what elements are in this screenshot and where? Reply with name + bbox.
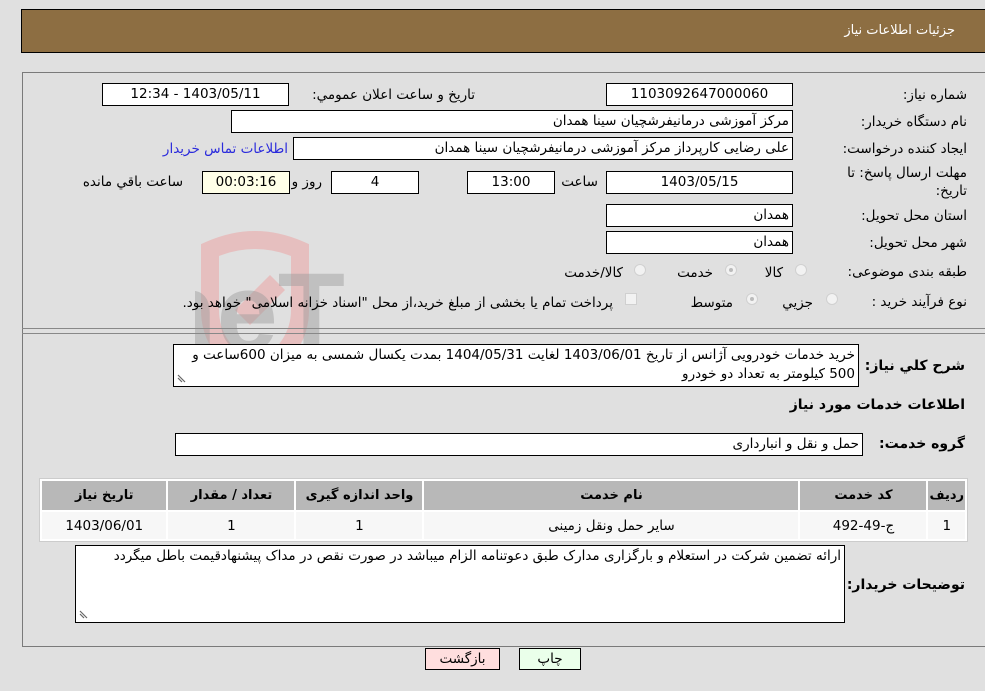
deadline-label-date: تاریخ: [935, 183, 967, 199]
col-header-row-number: ردیف [928, 481, 965, 510]
announce-datetime-field: 1403/05/11 - 12:34 [102, 83, 289, 106]
col-header-service-name: نام خدمت [424, 481, 799, 510]
process-label: نوع فرآیند خرید : [871, 294, 967, 310]
buyer-org-field: مرکز آموزشی درمانیفرشچیان سینا همدان [231, 110, 793, 133]
resize-grip-icon[interactable] [78, 610, 88, 620]
remaining-label: ساعت باقي مانده [82, 174, 183, 190]
col-header-service-code: کد خدمت [800, 481, 927, 510]
category-option-goods-service: کالا/خدمت [564, 265, 623, 281]
description-textarea[interactable]: خرید خدمات خودرویی آژانس از تاریخ 1403/0… [173, 344, 859, 387]
divider [22, 333, 985, 334]
category-radio-goods-service[interactable] [634, 264, 646, 276]
buyer-notes-textarea[interactable]: ارائه تضمین شرکت در استعلام و بارگزاری م… [75, 545, 845, 623]
table-header-row: ردیف کد خدمت نام خدمت واحد اندازه گیری ت… [42, 481, 965, 510]
days-label: روز و [291, 174, 322, 190]
col-header-need-date: تاریخ نیاز [42, 481, 167, 510]
buyer-notes-label: توضیحات خریدار: [846, 577, 965, 593]
days-field: 4 [331, 171, 419, 194]
process-option-minor: جزيي [782, 295, 813, 311]
category-radio-goods[interactable] [795, 264, 807, 276]
category-option-goods: کالا [764, 265, 783, 281]
cell-quantity: 1 [168, 512, 295, 539]
deadline-date-field: 1403/05/15 [606, 171, 793, 194]
services-section-title: اطلاعات خدمات مورد نیاز [789, 397, 965, 413]
category-label: طبقه بندی موضوعی: [847, 264, 967, 280]
resize-grip-icon[interactable] [176, 374, 186, 384]
remaining-time-field: 00:03:16 [202, 171, 290, 194]
process-option-medium: متوسط [690, 295, 733, 311]
province-field: همدان [606, 204, 793, 227]
city-field: همدان [606, 231, 793, 254]
announce-label: تاریخ و ساعت اعلان عمومي: [312, 87, 475, 103]
description-text: خرید خدمات خودرویی آژانس از تاریخ 1403/0… [192, 347, 855, 382]
deadline-label: مهلت ارسال پاسخ: تا [847, 165, 967, 181]
creator-label: ایجاد کننده درخواست: [842, 141, 967, 157]
cell-row-number: 1 [928, 512, 965, 539]
need-number-label: شماره نیاز: [902, 87, 967, 103]
process-radio-medium[interactable] [746, 293, 758, 305]
buyer-notes-text: ارائه تضمین شرکت در استعلام و بارگزاری م… [113, 548, 841, 564]
col-header-unit: واحد اندازه گیری [296, 481, 423, 510]
divider [22, 328, 985, 329]
time-label: ساعت [561, 174, 598, 190]
treasury-checkbox[interactable] [625, 293, 637, 305]
cell-need-date: 1403/06/01 [42, 512, 167, 539]
services-table: ردیف کد خدمت نام خدمت واحد اندازه گیری ت… [39, 478, 968, 542]
page-title: جزئیات اطلاعات نیاز [844, 23, 955, 38]
category-radio-service[interactable] [725, 264, 737, 276]
cell-service-name: سایر حمل ونقل زمینی [424, 512, 799, 539]
print-button[interactable]: چاپ [519, 648, 581, 670]
col-header-quantity: تعداد / مقدار [168, 481, 295, 510]
service-group-field: حمل و نقل و انبارداری [175, 433, 863, 456]
page-header: جزئیات اطلاعات نیاز [21, 9, 985, 53]
description-label: شرح کلي نياز: [864, 358, 965, 374]
category-option-service: خدمت [677, 265, 713, 281]
deadline-time-field: 13:00 [467, 171, 555, 194]
treasury-note: پرداخت تمام یا بخشی از مبلغ خرید،از محل … [182, 295, 613, 311]
city-label: شهر محل تحویل: [869, 235, 967, 251]
need-number-field: 1103092647000060 [606, 83, 793, 106]
process-radio-minor[interactable] [826, 293, 838, 305]
province-label: استان محل تحویل: [861, 208, 967, 224]
service-group-label: گروه خدمت: [879, 436, 965, 452]
table-row: 1 ج-49-492 سایر حمل ونقل زمینی 1 1 1403/… [42, 512, 965, 539]
cell-service-code: ج-49-492 [800, 512, 927, 539]
cell-unit: 1 [296, 512, 423, 539]
buyer-org-label: نام دستگاه خریدار: [860, 114, 967, 130]
buyer-contact-link[interactable]: اطلاعات تماس خریدار [163, 141, 288, 157]
creator-field: علی رضایی کارپرداز مرکز آموزشی درمانیفرش… [293, 137, 793, 160]
back-button[interactable]: بازگشت [425, 648, 500, 670]
